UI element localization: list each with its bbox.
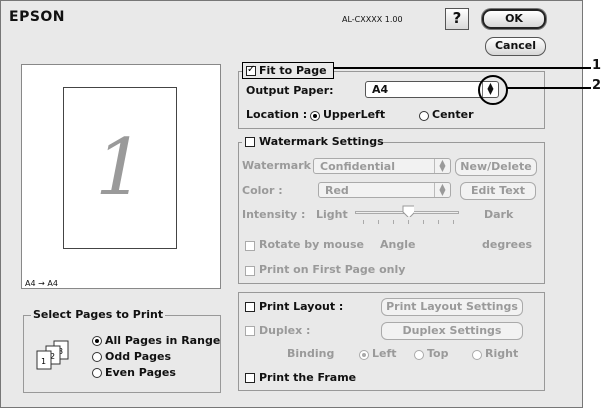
callout-circle <box>478 75 508 105</box>
paper-caption: A4 → A4 <box>25 279 58 288</box>
model-version-label: AL-CXXXX 1.00 <box>342 15 403 24</box>
print-layout-settings-button[interactable]: Print Layout Settings <box>381 298 523 316</box>
color-select[interactable]: Red ▲ ▼ <box>318 182 451 198</box>
callout-line-1 <box>333 67 591 69</box>
radio-binding-right[interactable] <box>472 350 482 360</box>
print-layout-label: Print Layout : <box>259 300 344 313</box>
fit-to-page-checkbox[interactable] <box>246 64 256 76</box>
epson-logo: EPSON <box>9 9 66 25</box>
watermark-value: Confidential <box>320 160 396 173</box>
binding-right-label: Right <box>485 347 519 360</box>
radio-even-pages[interactable] <box>92 368 102 378</box>
radio-binding-top[interactable] <box>414 350 424 360</box>
angle-label: Angle <box>380 238 416 251</box>
intensity-light-label: Light <box>316 208 348 221</box>
stacked-pages-icon: 3 2 1 <box>36 340 69 370</box>
watermark-checkbox[interactable] <box>245 137 255 147</box>
duplex-label: Duplex : <box>259 324 311 337</box>
radio-upperleft[interactable] <box>310 111 320 121</box>
watermark-select[interactable]: Confidential ▲ ▼ <box>313 158 451 174</box>
callout-number-2: 2 <box>592 78 602 93</box>
output-paper-label: Output Paper: <box>246 84 334 97</box>
intensity-dark-label: Dark <box>484 208 514 221</box>
cancel-button[interactable]: Cancel <box>485 37 546 56</box>
print-settings-dialog: EPSON AL-CXXXX 1.00 ? OK Cancel 1 A4 → A… <box>0 0 583 408</box>
page-preview-panel: 1 <box>21 64 221 289</box>
ok-button[interactable]: OK <box>482 9 546 29</box>
radio-odd-pages[interactable] <box>92 352 102 362</box>
print-frame-label: Print the Frame <box>259 371 357 384</box>
binding-left-label: Left <box>372 347 397 360</box>
help-icon: ? <box>452 9 462 27</box>
preview-page-number: 1 <box>95 123 145 213</box>
updown-arrows-icon: ▲ ▼ <box>434 183 450 197</box>
edit-text-button[interactable]: Edit Text <box>460 182 536 200</box>
color-value: Red <box>325 184 349 197</box>
first-page-only-checkbox[interactable] <box>245 266 255 276</box>
first-page-only-label: Print on First Page only <box>259 263 406 276</box>
center-label: Center <box>432 108 474 121</box>
even-pages-label: Even Pages <box>105 366 176 379</box>
watermark-settings-label: Watermark Settings <box>259 135 384 148</box>
fit-to-page-label: Fit to Page <box>259 64 327 77</box>
rotate-by-mouse-label: Rotate by mouse <box>259 238 364 251</box>
degrees-label: degrees <box>482 238 533 251</box>
select-pages-title: Select Pages to Print <box>31 308 166 321</box>
print-frame-checkbox[interactable] <box>245 373 255 383</box>
duplex-settings-button[interactable]: Duplex Settings <box>381 322 523 340</box>
preview-page: 1 <box>63 87 177 249</box>
intensity-label: Intensity : <box>242 208 306 221</box>
callout-line-2 <box>507 87 591 89</box>
duplex-checkbox[interactable] <box>245 326 255 336</box>
new-delete-button[interactable]: New/Delete <box>455 158 537 176</box>
binding-top-label: Top <box>427 347 449 360</box>
print-layout-checkbox[interactable] <box>245 302 255 312</box>
radio-center[interactable] <box>419 111 429 121</box>
all-pages-label: All Pages in Range <box>105 334 221 347</box>
callout-number-1: 1 <box>592 58 602 73</box>
help-button[interactable]: ? <box>445 8 469 30</box>
radio-binding-left[interactable] <box>359 350 369 360</box>
output-paper-value: A4 <box>372 83 389 96</box>
binding-label: Binding <box>287 347 335 360</box>
odd-pages-label: Odd Pages <box>105 350 171 363</box>
watermark-label: Watermark : <box>242 159 320 172</box>
color-label: Color : <box>242 184 283 197</box>
location-label: Location : <box>246 108 308 121</box>
svg-text:1: 1 <box>41 357 46 366</box>
radio-all-pages[interactable] <box>92 336 102 346</box>
updown-arrows-icon: ▲ ▼ <box>434 159 450 173</box>
slider-thumb[interactable] <box>402 205 414 217</box>
upperleft-label: UpperLeft <box>323 108 386 121</box>
rotate-by-mouse-checkbox[interactable] <box>245 241 255 251</box>
